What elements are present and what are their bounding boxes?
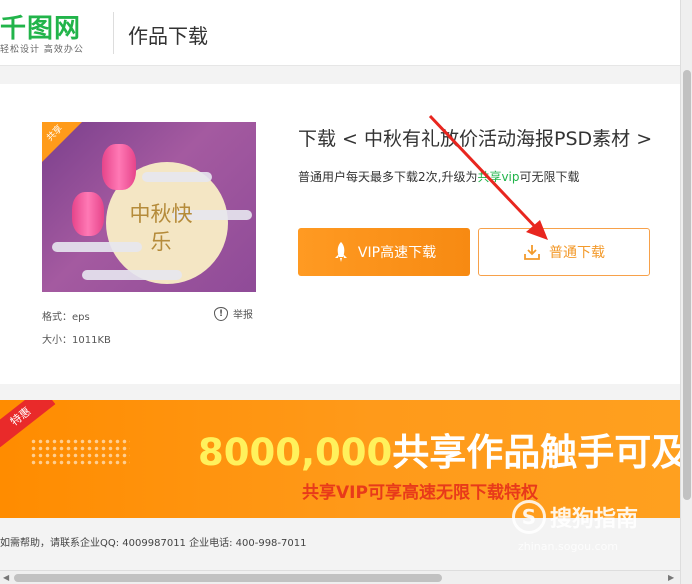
site-logo[interactable]: 千图网 bbox=[0, 8, 81, 45]
shield-alert-icon: ! bbox=[214, 306, 228, 321]
download-icon bbox=[524, 245, 540, 260]
download-limit-note: 普通用户每天最多下载2次,升级为共享vip可无限下载 bbox=[298, 168, 580, 185]
report-link[interactable]: ! 举报 bbox=[214, 306, 253, 321]
scroll-right-icon[interactable]: ▶ bbox=[668, 573, 674, 582]
horizontal-scroll-thumb[interactable] bbox=[14, 574, 442, 582]
header-divider bbox=[113, 12, 114, 54]
rocket-icon bbox=[334, 242, 347, 262]
limit-note-prefix: 普通用户每天最多下载2次,升级为 bbox=[298, 170, 478, 184]
banner-number: 8000,000 bbox=[198, 431, 393, 474]
lantern-graphic bbox=[102, 144, 136, 190]
vip-download-button[interactable]: VIP高速下载 bbox=[298, 228, 470, 276]
sogou-logo-icon: S bbox=[512, 500, 546, 534]
sogou-watermark: S 搜狗指南 bbox=[512, 500, 638, 534]
normal-download-label: 普通下载 bbox=[549, 245, 605, 261]
product-title: 下载 < 中秋有礼放价活动海报PSD素材 > bbox=[298, 128, 653, 150]
banner-headline: 8000,000共享作品触手可及 bbox=[198, 422, 680, 476]
cloud-graphic bbox=[142, 172, 212, 182]
dot-pattern bbox=[30, 438, 130, 466]
file-size: 大小：1011KB bbox=[42, 335, 111, 346]
horizontal-scrollbar[interactable]: ◀ ▶ bbox=[0, 570, 680, 584]
limit-note-suffix: 可无限下载 bbox=[519, 170, 580, 184]
watermark-url: zhinan.sogou.com bbox=[518, 540, 619, 553]
file-format: 格式：eps bbox=[42, 312, 90, 323]
help-contact: 如需帮助，请联系企业QQ: 4009987011 企业电话: 400-998-7… bbox=[0, 538, 307, 549]
normal-download-button[interactable]: 普通下载 bbox=[478, 228, 650, 276]
site-header: 千图网 轻松设计 高效办公 作品下载 bbox=[0, 0, 680, 66]
vip-upgrade-link[interactable]: 共享vip bbox=[477, 170, 519, 184]
page-title: 作品下载 bbox=[128, 24, 208, 48]
vertical-scroll-thumb[interactable] bbox=[683, 70, 691, 500]
vertical-scrollbar[interactable] bbox=[680, 0, 692, 584]
logo-tagline: 轻松设计 高效办公 bbox=[0, 45, 84, 55]
cloud-graphic bbox=[82, 270, 182, 280]
banner-subline: 共享VIP可享高速无限下载特权 bbox=[302, 483, 538, 503]
scroll-left-icon[interactable]: ◀ bbox=[3, 573, 9, 582]
product-thumbnail: 中秋快乐 共享 bbox=[42, 122, 256, 292]
banner-headline-text: 共享作品触手可及 bbox=[392, 431, 680, 474]
watermark-text: 搜狗指南 bbox=[550, 507, 639, 532]
lantern-graphic bbox=[72, 192, 104, 236]
thumbnail-caption: 中秋快乐 bbox=[129, 202, 193, 254]
download-card: 中秋快乐 共享 格式：eps 大小：1011KB ! 举报 下载 < 中秋有礼放… bbox=[0, 84, 680, 384]
vip-download-label: VIP高速下载 bbox=[357, 245, 437, 261]
report-label: 举报 bbox=[233, 310, 253, 321]
